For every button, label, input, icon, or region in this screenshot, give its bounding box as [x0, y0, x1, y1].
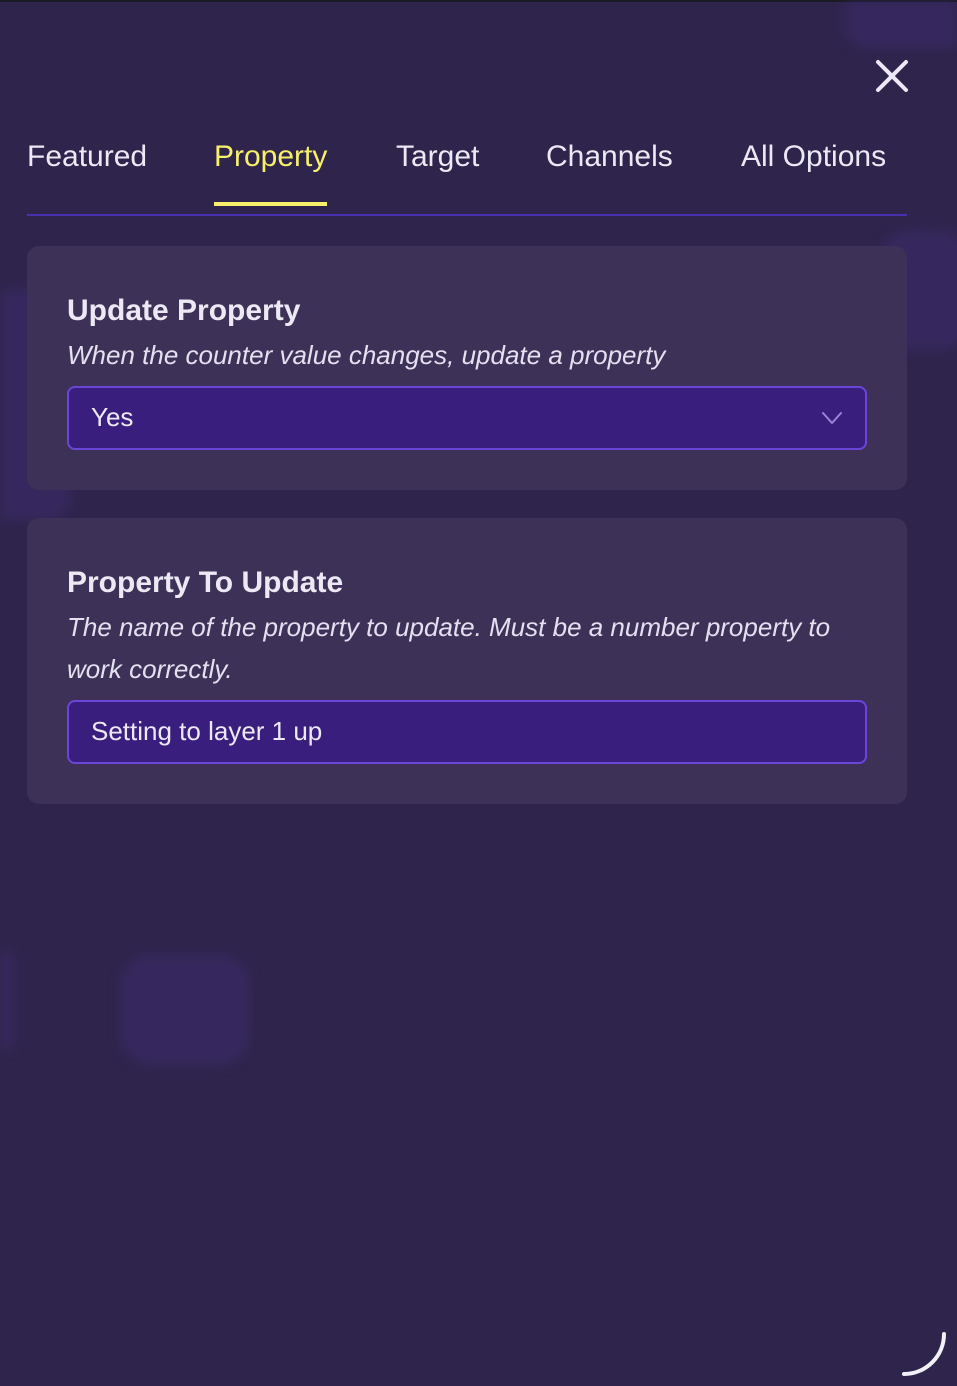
background-decoration [845, 0, 957, 48]
property-to-update-description: The name of the property to update. Must… [67, 612, 831, 684]
property-to-update-value: Setting to layer 1 up [91, 716, 323, 746]
close-button[interactable] [870, 54, 914, 98]
close-icon [876, 60, 908, 92]
tab-target[interactable]: Target [396, 140, 479, 204]
property-to-update-input[interactable]: Setting to layer 1 up [67, 700, 867, 764]
settings-modal: Featured Property Target Channels All Op… [0, 0, 957, 1386]
update-property-title: Update Property [67, 294, 301, 327]
update-property-selected-value: Yes [91, 402, 134, 432]
update-property-card: Update Property When the counter value c… [27, 246, 907, 490]
tab-property[interactable]: Property [214, 140, 328, 206]
top-border [0, 0, 957, 2]
loading-spinner-icon [902, 1332, 946, 1376]
update-property-description: When the counter value changes, update a… [67, 340, 666, 370]
tab-all-options[interactable]: All Options [741, 140, 886, 204]
property-to-update-card: Property To Update The name of the prope… [27, 518, 907, 804]
tab-channels[interactable]: Channels [546, 140, 673, 204]
update-property-select[interactable]: Yes [67, 386, 867, 450]
property-to-update-title: Property To Update [67, 566, 344, 599]
chevron-down-icon [822, 412, 842, 424]
tab-featured[interactable]: Featured [27, 140, 147, 204]
tab-bar: Featured Property Target Channels All Op… [27, 132, 907, 216]
background-decoration [0, 950, 14, 1050]
background-decoration [120, 955, 250, 1065]
